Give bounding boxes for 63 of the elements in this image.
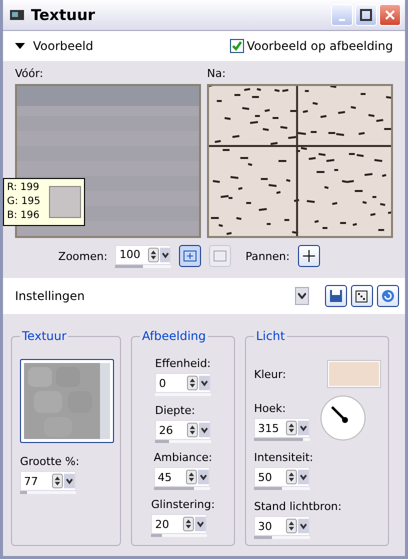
section-label: Voorbeeld: [33, 39, 94, 53]
field-label: Hoek:: [254, 402, 287, 415]
fit-window-icon: [183, 250, 198, 262]
after-label: Na:: [207, 67, 227, 80]
maximize-icon: [360, 9, 372, 21]
dice-icon: [355, 289, 369, 303]
field-label: Ambiance:: [154, 451, 212, 464]
number-field[interactable]: 26: [155, 420, 211, 440]
number-field[interactable]: 30: [254, 516, 310, 536]
rgb-value: B: 196: [7, 209, 40, 223]
number-field[interactable]: 315: [254, 418, 310, 438]
caret-icon: [298, 293, 306, 299]
field-label: Intensiteit:: [254, 451, 314, 464]
maximize-button[interactable]: [355, 4, 377, 26]
pan-label: Pannen:: [245, 250, 290, 262]
settings-label: Instellingen: [15, 289, 86, 303]
light-color-swatch[interactable]: [328, 361, 380, 387]
color-label: Kleur:: [254, 368, 286, 380]
field-label: Effenheid:: [155, 357, 211, 370]
spin-arrows-icon[interactable]: [52, 473, 64, 489]
number-field[interactable]: 45: [154, 467, 210, 487]
field-label: Diepte:: [155, 404, 196, 417]
pan-button[interactable]: [298, 245, 320, 267]
fit-button[interactable]: [179, 245, 202, 267]
close-button[interactable]: [379, 4, 401, 26]
save-button[interactable]: [325, 285, 347, 307]
angle-dial-icon[interactable]: [320, 395, 366, 441]
spin-arrows-icon[interactable]: [187, 422, 198, 438]
group-title: Afbeelding: [140, 329, 208, 343]
spin-arrows-icon[interactable]: [183, 516, 194, 532]
checkbox-label: Voorbeeld op afbeelding: [246, 39, 393, 53]
minimize-icon: [339, 19, 345, 21]
field-label: Stand lichtbron:: [254, 500, 342, 513]
randomize-button[interactable]: [351, 285, 373, 307]
spin-arrows-icon[interactable]: [148, 246, 159, 262]
spin-arrows-icon[interactable]: [187, 375, 198, 391]
close-icon: [384, 9, 396, 21]
reset-icon: [381, 289, 395, 303]
group-title: Licht: [254, 329, 287, 343]
app-icon: [9, 8, 25, 22]
number-field[interactable]: 100: [115, 244, 172, 264]
number-field[interactable]: 77: [20, 471, 76, 491]
checkbox[interactable]: [230, 39, 244, 53]
preset-dropdown[interactable]: [295, 287, 309, 305]
window-title: Textuur: [31, 6, 96, 24]
spin-arrows-icon[interactable]: [186, 469, 197, 485]
spin-arrows-icon[interactable]: [286, 420, 298, 436]
number-field[interactable]: 50: [254, 467, 310, 487]
zoom-label: Zoomen:: [58, 250, 108, 262]
move-icon: [302, 250, 315, 262]
group-title: Textuur: [20, 329, 68, 343]
reset-button[interactable]: [377, 285, 399, 307]
field-label: Grootte %:: [20, 455, 80, 468]
before-label: Vóór:: [15, 67, 44, 80]
spin-arrows-icon[interactable]: [286, 518, 298, 534]
number-field[interactable]: 0: [155, 373, 211, 393]
collapse-arrow-icon[interactable]: [15, 42, 25, 50]
actual-size-icon: [213, 250, 228, 262]
rgb-value: G: 195: [7, 195, 42, 209]
number-field[interactable]: 20: [151, 514, 208, 534]
rgb-value: R: 199: [7, 181, 40, 195]
spin-arrows-icon[interactable]: [286, 469, 298, 485]
field-label: Glinstering:: [151, 498, 215, 511]
